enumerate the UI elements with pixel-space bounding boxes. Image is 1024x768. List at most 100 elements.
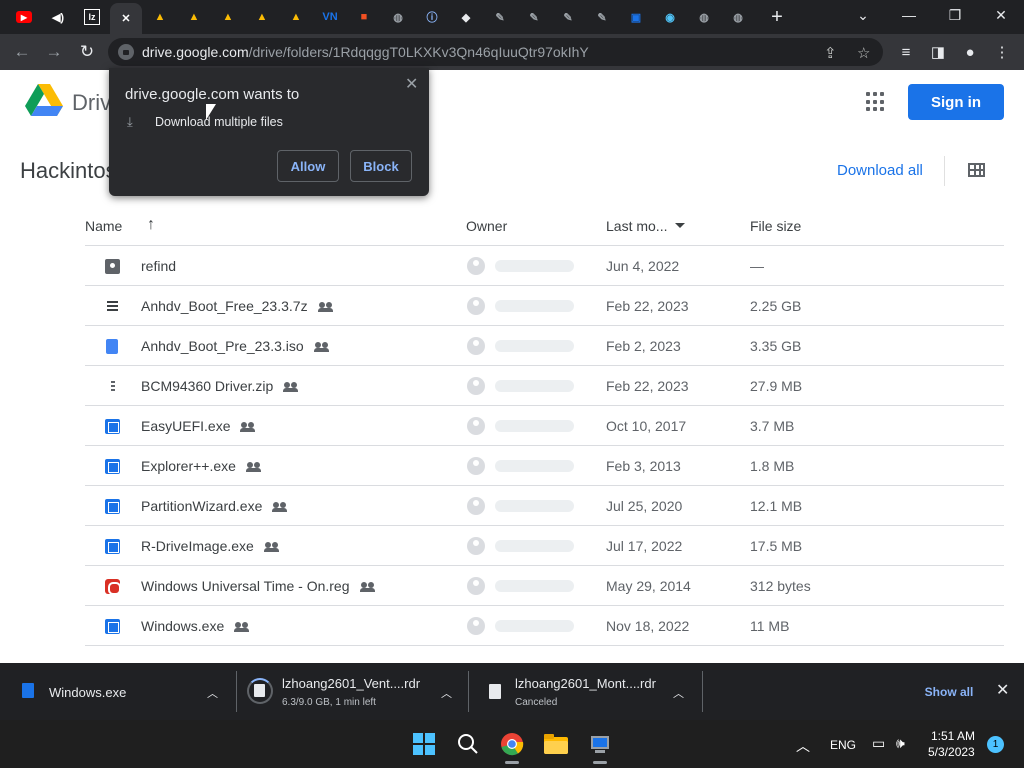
allow-button[interactable]: Allow xyxy=(277,150,339,182)
bookmark-star-icon[interactable]: ☆ xyxy=(857,44,870,62)
file-size: 3.7 MB xyxy=(750,418,795,434)
reload-button[interactable]: ↻ xyxy=(75,40,99,64)
file-row[interactable]: Anhdv_Boot_Free_23.3.7z Feb 22, 2023 2.25 … xyxy=(85,286,1004,326)
download-all-button[interactable]: Download all xyxy=(837,162,923,179)
browser-tab[interactable]: ▶ xyxy=(8,4,40,30)
browser-tab[interactable]: ▲ xyxy=(144,4,176,30)
sort-caret-down-icon[interactable] xyxy=(675,223,685,228)
file-name[interactable]: Anhdv_Boot_Pre_23.3.iso xyxy=(141,338,330,354)
file-name[interactable]: PartitionWizard.exe xyxy=(141,498,288,514)
file-name[interactable]: Windows.exe xyxy=(141,618,250,634)
download-item-name: lzhoang2601_Vent....rdr xyxy=(282,676,421,691)
browser-tab[interactable]: ▲ xyxy=(280,4,312,30)
app-icon[interactable] xyxy=(584,728,616,764)
browser-tab[interactable]: ◍ xyxy=(722,4,754,30)
browser-tab[interactable]: ◍ xyxy=(688,4,720,30)
chevron-up-icon[interactable]: ︿ xyxy=(441,685,452,701)
browser-tab[interactable]: ✎ xyxy=(586,4,618,30)
browser-tab[interactable]: ◆ xyxy=(450,4,482,30)
file-name[interactable]: R-DriveImage.exe xyxy=(141,538,280,554)
owner-name-placeholder xyxy=(495,380,574,392)
minimize-button[interactable]: — xyxy=(886,0,932,30)
menu-kebab-icon[interactable]: ⋮ xyxy=(992,42,1012,62)
browser-tab[interactable]: ◍ xyxy=(382,4,414,30)
column-last-modified[interactable]: Last mo... xyxy=(606,218,667,234)
close-icon[interactable]: ✕ xyxy=(996,680,1009,700)
file-size: 17.5 MB xyxy=(750,538,803,554)
lock-icon[interactable] xyxy=(118,44,134,60)
google-drive-logo[interactable] xyxy=(25,84,63,118)
file-name[interactable]: BCM94360 Driver.zip xyxy=(141,378,299,394)
browser-tab[interactable]: VN xyxy=(314,4,346,30)
file-name[interactable]: Windows Universal Time - On.reg xyxy=(141,578,376,594)
chevron-up-icon[interactable]: ︿ xyxy=(207,685,218,701)
download-item[interactable]: lzhoang2601_Vent....rdr 6.3/9.0 GB, 1 mi… xyxy=(237,663,468,720)
search-icon[interactable] xyxy=(452,728,484,760)
clock-date[interactable]: 5/3/2023 xyxy=(928,745,975,759)
file-name[interactable]: EasyUEFI.exe xyxy=(141,418,256,434)
file-row[interactable]: Explorer++.exe Feb 3, 2013 1.8 MB xyxy=(85,446,1004,486)
address-bar[interactable]: drive.google.com/drive/folders/1RdqqggT0… xyxy=(108,38,883,66)
browser-tab[interactable]: ◀) xyxy=(42,4,74,30)
show-all-button[interactable]: Show all xyxy=(913,681,985,703)
download-item[interactable]: lzhoang2601_Mont....rdr Canceled ︿ xyxy=(469,663,702,720)
file-name[interactable]: Anhdv_Boot_Free_23.3.7z xyxy=(141,298,334,314)
shared-people-icon xyxy=(283,382,299,393)
file-name[interactable]: Explorer++.exe xyxy=(141,458,262,474)
browser-tab[interactable]: ✎ xyxy=(552,4,584,30)
sign-in-button[interactable]: Sign in xyxy=(908,84,1004,120)
file-row[interactable]: EasyUEFI.exe Oct 10, 2017 3.7 MB xyxy=(85,406,1004,446)
file-row[interactable]: Windows Universal Time - On.reg May 29, 2… xyxy=(85,566,1004,606)
media-queue-icon[interactable]: ≡ xyxy=(896,42,916,62)
monitor-icon[interactable]: ▭ xyxy=(872,735,885,752)
chevron-up-icon[interactable]: ︿ xyxy=(673,685,684,701)
file-row[interactable]: Windows.exe Nov 18, 2022 11 MB xyxy=(85,606,1004,646)
clock-time[interactable]: 1:51 AM xyxy=(931,729,975,743)
sort-arrow-up-icon[interactable]: ↑ xyxy=(147,216,155,234)
restore-button[interactable]: ❐ xyxy=(932,0,978,30)
file-row[interactable]: Anhdv_Boot_Pre_23.3.iso Feb 2, 2023 3.35 G… xyxy=(85,326,1004,366)
owner-avatar xyxy=(467,457,485,475)
file-explorer-icon[interactable] xyxy=(540,728,572,760)
chevron-up-icon[interactable]: ︿ xyxy=(796,736,810,756)
column-name[interactable]: Name xyxy=(85,218,122,234)
browser-tab[interactable]: lz xyxy=(76,4,108,30)
file-row[interactable]: R-DriveImage.exe Jul 17, 2022 17.5 MB xyxy=(85,526,1004,566)
browser-tab[interactable]: ✕ xyxy=(110,3,142,34)
browser-tab[interactable]: ▲ xyxy=(212,4,244,30)
volume-icon[interactable]: 🕪 xyxy=(896,735,905,752)
tab-search-icon[interactable]: ⌄ xyxy=(840,0,886,30)
close-window-button[interactable]: ✕ xyxy=(978,0,1024,30)
share-icon[interactable]: ⇪ xyxy=(824,44,837,62)
url-text[interactable]: drive.google.com/drive/folders/1RdqqggT0… xyxy=(142,44,589,60)
browser-tab[interactable]: ◉ xyxy=(654,4,686,30)
side-panel-icon[interactable]: ◨ xyxy=(928,42,948,62)
windows-start-icon[interactable] xyxy=(408,728,440,760)
browser-tab[interactable]: ▲ xyxy=(246,4,278,30)
browser-tab[interactable]: ▣ xyxy=(620,4,652,30)
file-name[interactable]: refind xyxy=(141,258,176,274)
file-row[interactable]: refind Jun 4, 2022 — xyxy=(85,246,1004,286)
shared-people-icon xyxy=(263,542,280,553)
browser-tab[interactable]: ✎ xyxy=(484,4,516,30)
download-icon: ⤓ xyxy=(127,114,133,129)
block-button[interactable]: Block xyxy=(350,150,412,182)
forward-button[interactable]: → xyxy=(42,40,66,64)
browser-tab[interactable]: ■ xyxy=(348,4,380,30)
back-button[interactable]: ← xyxy=(10,40,34,64)
file-size: — xyxy=(750,258,764,274)
new-tab-button[interactable]: + xyxy=(766,6,788,28)
download-item[interactable]: Windows.exe ︿ xyxy=(0,663,236,720)
language-indicator[interactable]: ENG xyxy=(830,738,856,752)
browser-tab[interactable]: ⓘ xyxy=(416,4,448,30)
file-row[interactable]: BCM94360 Driver.zip Feb 22, 2023 27.9 MB xyxy=(85,366,1004,406)
browser-tab[interactable]: ▲ xyxy=(178,4,210,30)
profile-icon[interactable]: ● xyxy=(960,42,980,62)
chrome-icon[interactable] xyxy=(496,728,528,764)
grid-view-icon[interactable] xyxy=(968,163,985,177)
browser-tab[interactable]: ✎ xyxy=(518,4,550,30)
file-row[interactable]: PartitionWizard.exe Jul 25, 2020 12.1 MB xyxy=(85,486,1004,526)
notification-badge[interactable]: 1 xyxy=(987,736,1004,753)
close-icon[interactable]: ✕ xyxy=(405,74,418,94)
google-apps-icon[interactable] xyxy=(866,92,886,112)
